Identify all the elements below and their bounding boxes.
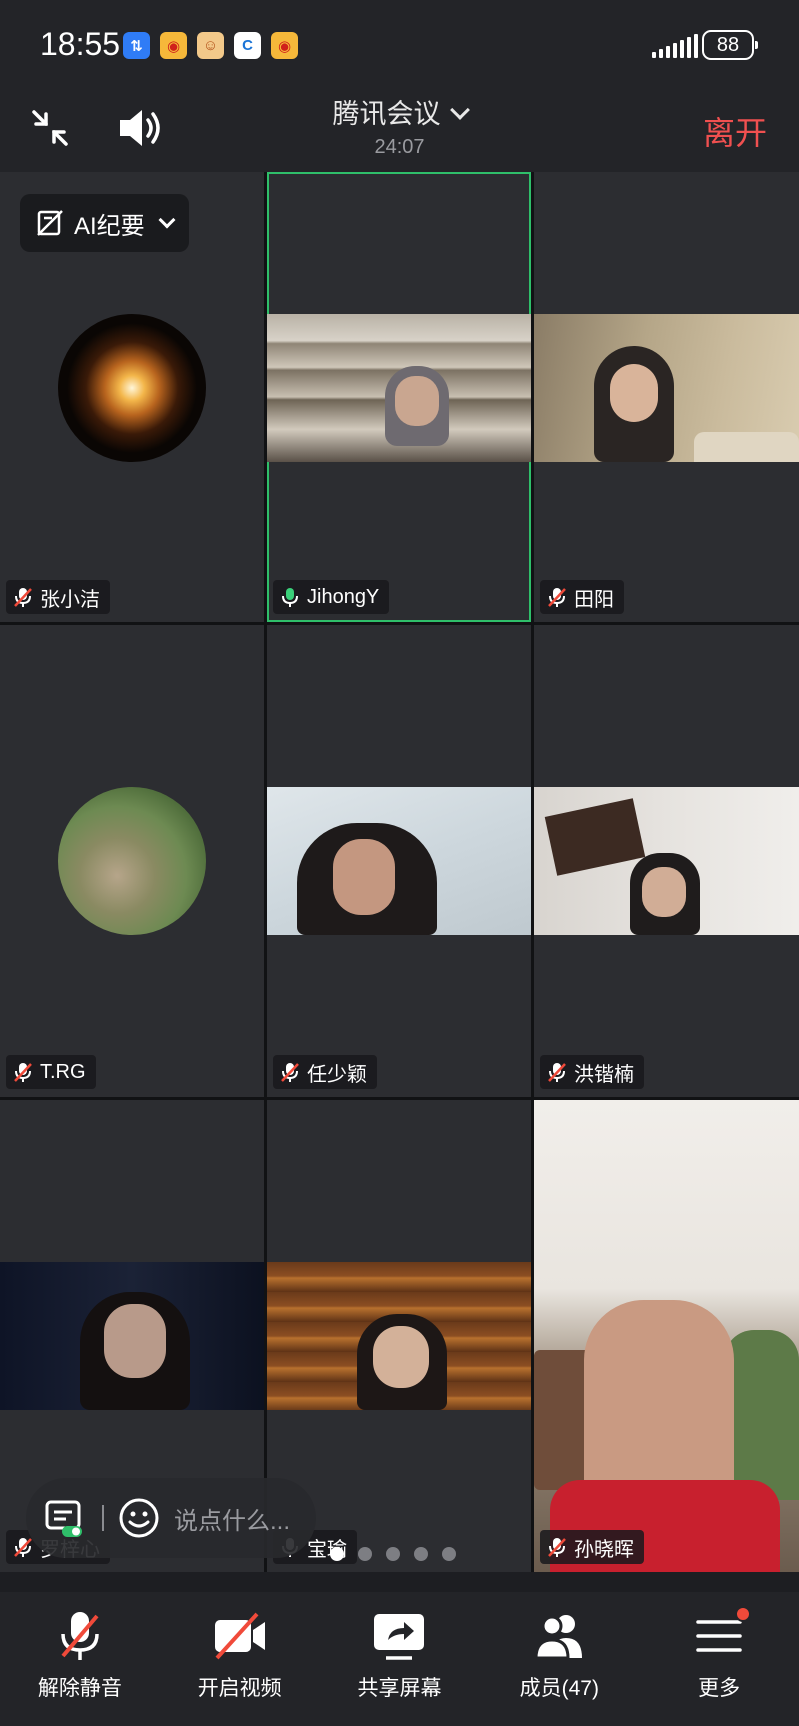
status-bar: 18:55 ⇅ ◉ ☺ C ◉ 88 — [0, 0, 799, 86]
person-face — [104, 1304, 166, 1378]
participant-name-tag: 任少颖 — [273, 1055, 377, 1089]
battery-level: 88 — [716, 33, 740, 56]
ai-summary-icon — [37, 210, 63, 236]
share-screen-button[interactable]: 共享屏幕 — [320, 1592, 480, 1726]
notification-dot — [735, 1606, 752, 1622]
person-face — [610, 364, 658, 422]
participant-name: 张小洁 — [40, 588, 100, 611]
wall-art — [544, 798, 646, 876]
ai-summary-label: AI纪要 — [74, 212, 145, 240]
meeting-timer: 24:07 — [374, 136, 425, 158]
ai-summary-button[interactable]: AI纪要 — [20, 194, 189, 252]
chevron-down-icon — [158, 211, 176, 229]
members-label: 成员(47) — [519, 1677, 599, 1700]
person-face — [333, 839, 395, 915]
mic-muted-icon — [14, 1063, 32, 1082]
video-feed — [267, 787, 531, 935]
chat-bar: 说点什么... — [26, 1478, 316, 1558]
leave-button[interactable]: 离开 — [703, 108, 767, 154]
person-face — [373, 1326, 429, 1388]
mic-muted-icon — [14, 1538, 32, 1557]
participant-tile[interactable]: 田阳 — [534, 172, 799, 622]
participant-grid: AI纪要 张小洁 JihongY 田阳 T.RG 任少颖 洪锴楠 宝瑜 孙晓晖 — [0, 172, 799, 1572]
data-transfer-icon: ⇅ — [123, 32, 150, 59]
emoji-icon[interactable] — [118, 1497, 160, 1539]
video-feed — [267, 314, 531, 462]
background-tree — [724, 1330, 799, 1500]
weibo-icon: ◉ — [160, 32, 187, 59]
battery-icon: 88 — [702, 30, 758, 60]
participant-name: T.RG — [40, 1060, 86, 1083]
mic-muted-icon — [14, 588, 32, 607]
page-dot[interactable] — [330, 1547, 344, 1561]
video-feed — [534, 787, 799, 935]
page-dot[interactable] — [386, 1547, 400, 1561]
participant-tile[interactable]: 孙晓晖 — [534, 1100, 799, 1572]
participant-name: 任少颖 — [307, 1063, 367, 1086]
person-face — [395, 376, 439, 426]
caption-icon[interactable] — [44, 1498, 84, 1538]
share-screen-icon — [374, 1614, 425, 1660]
signal-icon — [652, 34, 698, 58]
avatar — [58, 787, 206, 935]
participant-name-tag: JihongY — [273, 580, 390, 614]
meeting-header: 腾讯会议 24:07 离开 — [0, 86, 799, 172]
participant-name: 田阳 — [574, 588, 614, 611]
chevron-down-icon — [449, 100, 470, 120]
bottom-toolbar: 解除静音 开启视频 共享屏幕 成员(47) 更多 — [0, 1592, 799, 1726]
video-feed — [0, 1262, 264, 1410]
participant-name: 孙晓晖 — [574, 1538, 634, 1561]
page-dot[interactable] — [358, 1547, 372, 1561]
weibo-icon: ◉ — [271, 32, 298, 59]
app-icon: C — [234, 32, 261, 59]
mic-on-icon — [282, 588, 298, 607]
meeting-title[interactable]: 腾讯会议 — [0, 92, 799, 131]
unmute-label: 解除静音 — [37, 1677, 122, 1700]
more-label: 更多 — [698, 1677, 741, 1700]
status-time: 18:55 — [40, 26, 121, 62]
members-button[interactable]: 成员(47) — [479, 1592, 639, 1726]
share-screen-label: 共享屏幕 — [357, 1677, 442, 1700]
participant-tile[interactable]: 任少颖 — [267, 625, 531, 1097]
app-icon: ☺ — [197, 32, 224, 59]
mic-muted-icon — [548, 1538, 566, 1557]
video-feed — [267, 1262, 531, 1410]
avatar — [58, 314, 206, 462]
participant-name: JihongY — [307, 585, 380, 608]
more-button[interactable]: 更多 — [639, 1592, 799, 1726]
chat-input[interactable]: 说点什么... — [174, 1501, 290, 1536]
person-face — [642, 867, 686, 917]
camera-off-icon — [214, 1612, 265, 1660]
participant-name-tag: T.RG — [6, 1055, 96, 1089]
person-face — [584, 1300, 734, 1500]
participant-name-tag: 田阳 — [540, 580, 624, 614]
meeting-title-text: 腾讯会议 — [332, 99, 441, 129]
participant-name-tag: 孙晓晖 — [540, 1530, 644, 1564]
start-video-button[interactable]: 开启视频 — [160, 1592, 320, 1726]
unmute-button[interactable]: 解除静音 — [0, 1592, 160, 1726]
notification-icons: ⇅ ◉ ☺ C ◉ — [123, 32, 298, 59]
participant-name-tag: 张小洁 — [6, 580, 110, 614]
participant-tile[interactable]: T.RG — [0, 625, 264, 1097]
mic-muted-icon — [281, 1063, 299, 1082]
members-icon — [534, 1615, 583, 1660]
page-dot[interactable] — [414, 1547, 428, 1561]
start-video-label: 开启视频 — [197, 1677, 282, 1700]
mic-muted-icon — [61, 1612, 99, 1660]
participant-name-tag: 洪锴楠 — [540, 1055, 644, 1089]
mic-muted-icon — [548, 588, 566, 607]
page-indicator — [330, 1547, 456, 1561]
participant-tile[interactable]: JihongY — [267, 172, 531, 622]
sofa — [694, 432, 799, 462]
divider — [102, 1505, 104, 1531]
participant-tile[interactable]: 洪锴楠 — [534, 625, 799, 1097]
mic-muted-icon — [548, 1063, 566, 1082]
video-feed — [534, 314, 799, 462]
page-dot[interactable] — [442, 1547, 456, 1561]
participant-name: 洪锴楠 — [574, 1063, 634, 1086]
